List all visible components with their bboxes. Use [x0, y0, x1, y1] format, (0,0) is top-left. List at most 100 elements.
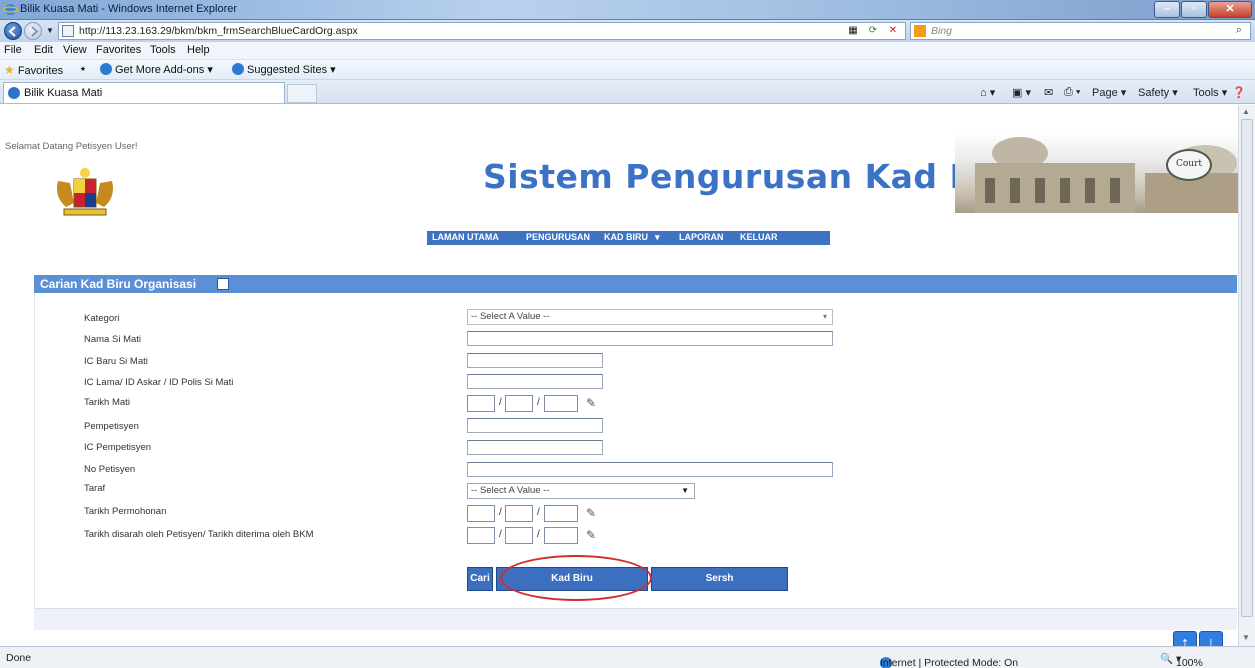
cari-button[interactable]: Cari [467, 567, 493, 591]
back-arrow-icon [8, 26, 16, 37]
tarikh-permohonan-day[interactable] [467, 505, 495, 522]
menu-favorites[interactable]: Favorites [96, 44, 141, 56]
label-taraf: Taraf [84, 483, 106, 494]
nav-dropdown-icon[interactable]: ▾ [655, 232, 660, 243]
tarikh-diterima-month[interactable] [505, 527, 533, 544]
feeds-icon[interactable]: ▣ ▾ [1012, 86, 1031, 99]
nav-laporan[interactable]: LAPORAN [679, 232, 724, 242]
tarikh-diterima-date: / / ✎ [467, 527, 617, 544]
kategori-select[interactable]: -- Select A Value -- ▾ [467, 309, 833, 325]
ie-logo-icon [4, 4, 17, 15]
tools-menu-button[interactable]: Tools ▾ [1193, 86, 1227, 99]
tarikh-permohonan-date: / / ✎ [467, 505, 617, 522]
forward-button[interactable] [24, 22, 42, 40]
ic-lama-input[interactable] [467, 374, 603, 389]
scroll-down-arrow-icon[interactable]: ↓ [1199, 631, 1223, 646]
date-separator: / [537, 397, 540, 408]
kategori-chevron-down-icon: ▾ [822, 312, 827, 321]
search-icon[interactable]: ⌕ [1236, 24, 1242, 37]
page-menu-button[interactable]: Page ▾ [1092, 86, 1126, 99]
menu-bar: File Edit View Favorites Tools Help [0, 42, 1255, 60]
menu-view[interactable]: View [63, 44, 87, 56]
ic-pempetisyen-input[interactable] [467, 440, 603, 455]
tarikh-permohonan-year[interactable] [544, 505, 578, 522]
taraf-select-value: -- Select A Value -- [471, 485, 550, 496]
print-icon[interactable]: ⎙ ▾ [1064, 86, 1080, 99]
page-content: Selamat Datang Petisyen User! Sistem Pen… [0, 105, 1238, 646]
nama-input[interactable] [467, 331, 833, 346]
menu-edit[interactable]: Edit [34, 44, 53, 56]
close-icon: ✕ [1225, 3, 1235, 15]
tarikh-permohonan-month[interactable] [505, 505, 533, 522]
welcome-text: Selamat Datang Petisyen User! [5, 141, 138, 152]
calendar-eraser-icon[interactable]: ✎ [586, 396, 596, 410]
nav-laman-utama[interactable]: LAMAN UTAMA [432, 232, 499, 242]
add-favorite-icon[interactable]: ⭑ [80, 63, 86, 76]
menu-help[interactable]: Help [187, 44, 210, 56]
tarikh-diterima-day[interactable] [467, 527, 495, 544]
tarikh-mati-month[interactable] [505, 395, 533, 412]
minimize-icon: – [1163, 3, 1171, 15]
mail-icon[interactable]: ✉ [1044, 86, 1053, 99]
nav-kad-biru[interactable]: KAD BIRU [604, 232, 648, 242]
maximize-button[interactable]: ▫ [1181, 1, 1207, 18]
vertical-scrollbar[interactable]: ▲ ▼ [1238, 105, 1255, 646]
minimize-button[interactable]: – [1154, 1, 1180, 18]
date-separator: / [499, 529, 502, 540]
taraf-chevron-down-icon: ▼ [681, 486, 689, 495]
help-icon[interactable]: ❓ [1232, 86, 1246, 99]
label-tarikh-mati: Tarikh Mati [84, 397, 130, 408]
main-nav: LAMAN UTAMA PENGURUSAN KAD BIRU ▾ LAPORA… [427, 231, 830, 245]
menu-file[interactable]: File [4, 44, 22, 56]
search-placeholder: Bing [931, 25, 953, 37]
search-box[interactable]: Bing ⌕ [910, 22, 1251, 40]
scrollbar-down-icon[interactable]: ▼ [1242, 633, 1250, 642]
panel-footer [34, 608, 1237, 630]
ic-baru-input[interactable] [467, 353, 603, 368]
tarikh-mati-day[interactable] [467, 395, 495, 412]
refresh-icon[interactable]: ⟳ [865, 24, 881, 38]
calendar-eraser-icon[interactable]: ✎ [586, 528, 596, 542]
favorites-button[interactable]: ★ Favorites [4, 63, 63, 77]
scrollbar-thumb[interactable] [1241, 119, 1253, 617]
taraf-select[interactable]: -- Select A Value -- ▼ [467, 483, 695, 499]
compatibility-icon[interactable]: ▦ [845, 24, 861, 38]
history-dropdown-icon[interactable]: ▼ [46, 26, 54, 35]
favorites-label: Favorites [17, 65, 64, 77]
safety-menu-button[interactable]: Safety ▾ [1138, 86, 1178, 99]
back-button[interactable] [4, 22, 22, 40]
close-window-button[interactable]: ✕ [1208, 1, 1252, 18]
stop-icon[interactable]: ✕ [885, 24, 901, 38]
new-tab-button[interactable] [287, 84, 317, 103]
label-ic-pempetisyen: IC Pempetisyen [84, 442, 152, 453]
no-petisyen-input[interactable] [467, 462, 833, 477]
address-bar[interactable]: http://113.23.163.29/bkm/bkm_frmSearchBl… [58, 22, 906, 40]
sersh-button[interactable]: Sersh [651, 567, 788, 591]
status-bar: Done Internet | Protected Mode: On 🔍 100… [0, 646, 1255, 668]
court-badge-logo: Court [1166, 149, 1212, 181]
zoom-value: 100% [1176, 657, 1203, 668]
tarikh-mati-date: / / ✎ [467, 395, 617, 412]
tarikh-diterima-year[interactable] [544, 527, 578, 544]
nav-pengurusan[interactable]: PENGURUSAN [526, 232, 590, 242]
zoom-level[interactable]: 🔍 100% ▾ [1160, 652, 1203, 668]
label-tarikh-diterima: Tarikh disarah oleh Petisyen/ Tarikh dit… [84, 529, 314, 540]
collapse-panel-icon[interactable] [217, 278, 229, 290]
nav-keluar[interactable]: KELUAR [740, 232, 778, 242]
menu-tools[interactable]: Tools [150, 44, 176, 56]
pempetisyen-input[interactable] [467, 418, 603, 433]
tab-bilik-kuasa-mati[interactable]: Bilik Kuasa Mati [3, 82, 285, 103]
tarikh-mati-year[interactable] [544, 395, 578, 412]
window-title: Bilik Kuasa Mati - Windows Internet Expl… [20, 3, 238, 15]
calendar-eraser-icon[interactable]: ✎ [586, 506, 596, 520]
status-text: Done [6, 652, 32, 664]
label-ic-baru: IC Baru Si Mati [84, 356, 148, 367]
scrollbar-up-icon[interactable]: ▲ [1242, 107, 1250, 116]
get-addons-link[interactable]: Get More Add-ons ▾ [100, 63, 213, 76]
home-icon[interactable]: ⌂ ▾ [980, 86, 995, 99]
address-url[interactable]: http://113.23.163.29/bkm/bkm_frmSearchBl… [79, 25, 358, 37]
suggested-sites-link[interactable]: Suggested Sites ▾ [232, 63, 336, 76]
forward-arrow-icon [31, 26, 39, 37]
system-title: Sistem Pengurusan Kad Biru [483, 157, 1028, 196]
scroll-up-arrow-icon[interactable]: ↑ [1173, 631, 1197, 646]
